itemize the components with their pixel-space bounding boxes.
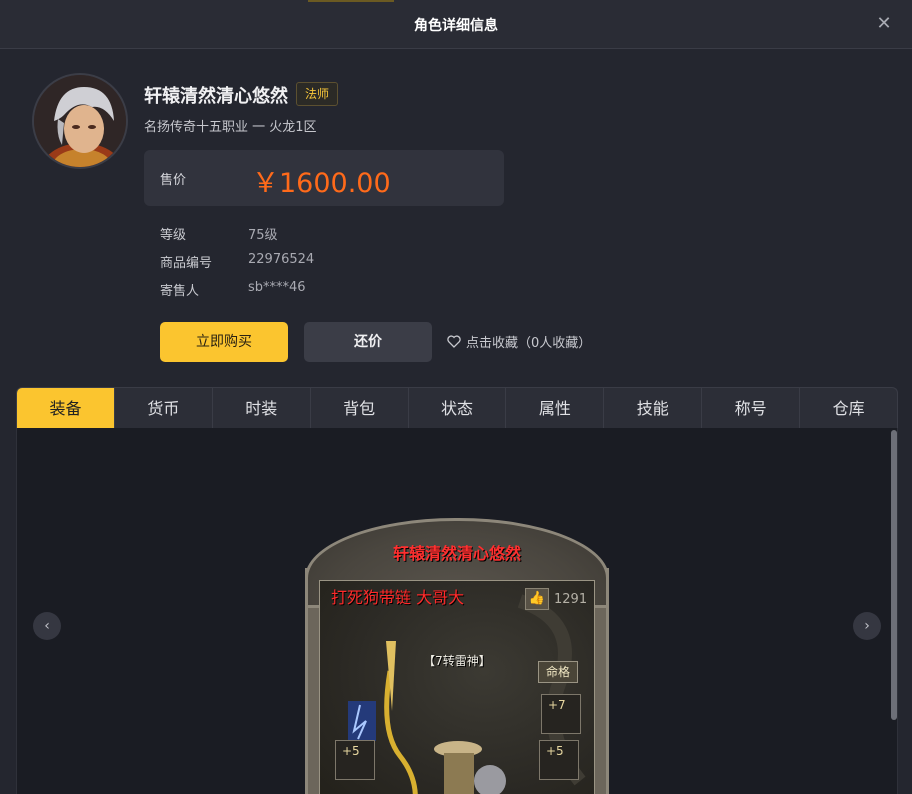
counter-offer-button[interactable]: 还价 [304, 322, 432, 362]
equipment-slot[interactable]: +5 [335, 740, 375, 780]
chevron-left-icon[interactable]: ‹ [33, 612, 61, 640]
thumbs-up-icon: 👍 [525, 588, 549, 610]
favorite-button[interactable]: 点击收藏（0人收藏） [447, 332, 591, 351]
tab-skills[interactable]: 技能 [604, 388, 703, 428]
tab-titles[interactable]: 称号 [702, 388, 801, 428]
price-value: ￥1600.00 [252, 168, 391, 199]
title-accent-line [308, 0, 394, 2]
close-icon[interactable]: ✕ [874, 14, 894, 34]
character-name: 轩辕清然清心悠然 [144, 86, 288, 107]
likes-display: 👍 1291 [525, 588, 587, 610]
likes-count: 1291 [554, 591, 588, 607]
game-guild-title: 打死狗带链 大哥大 [331, 588, 465, 607]
price-box: 售价 ￥1600.00 [144, 150, 504, 206]
scrollbar[interactable] [891, 430, 897, 720]
tab-warehouse[interactable]: 仓库 [800, 388, 897, 428]
equipment-slot[interactable]: +5 [539, 740, 579, 780]
avatar [32, 73, 128, 169]
tab-bar: 装备 货币 时装 背包 状态 属性 技能 称号 仓库 [16, 387, 898, 428]
info-value: 22976524 [248, 252, 315, 267]
price-label: 售价 [160, 173, 187, 188]
info-value: 75级 [248, 228, 278, 243]
game-character-name: 轩辕清然清心悠然 [392, 544, 521, 563]
info-key: 商品编号 [160, 256, 213, 271]
tab-backpack[interactable]: 背包 [311, 388, 409, 428]
favorite-label: 点击收藏（0人收藏） [466, 336, 592, 351]
heart-icon [447, 335, 461, 348]
dialog-title: 角色详细信息 [414, 18, 498, 34]
class-badge: 法师 [296, 82, 339, 106]
equipment-screenshot: 轩辕清然清心悠然 打死狗带链 大哥大 👍 1291 【7转雷神】 命格 +7 +… [305, 518, 609, 794]
fate-button[interactable]: 命格 [538, 661, 578, 683]
equipment-slot[interactable]: +7 [541, 694, 581, 734]
tab-currency[interactable]: 货币 [115, 388, 213, 428]
tab-equipment[interactable]: 装备 [17, 388, 115, 428]
slot-level: +5 [342, 744, 360, 758]
tab-attributes[interactable]: 属性 [506, 388, 605, 428]
server-info: 名扬传奇十五职业 一 火龙1区 [144, 120, 317, 135]
info-key: 寄售人 [160, 284, 200, 299]
tab-status[interactable]: 状态 [409, 388, 507, 428]
slot-level: +7 [548, 698, 566, 712]
buy-now-button[interactable]: 立即购买 [160, 322, 288, 362]
slot-level: +5 [546, 744, 564, 758]
chevron-right-icon[interactable]: › [853, 612, 881, 640]
dialog-titlebar: 角色详细信息 ✕ [0, 0, 912, 49]
info-value: sb****46 [248, 280, 306, 295]
tab-fashion[interactable]: 时装 [213, 388, 311, 428]
info-key: 等级 [160, 228, 187, 243]
